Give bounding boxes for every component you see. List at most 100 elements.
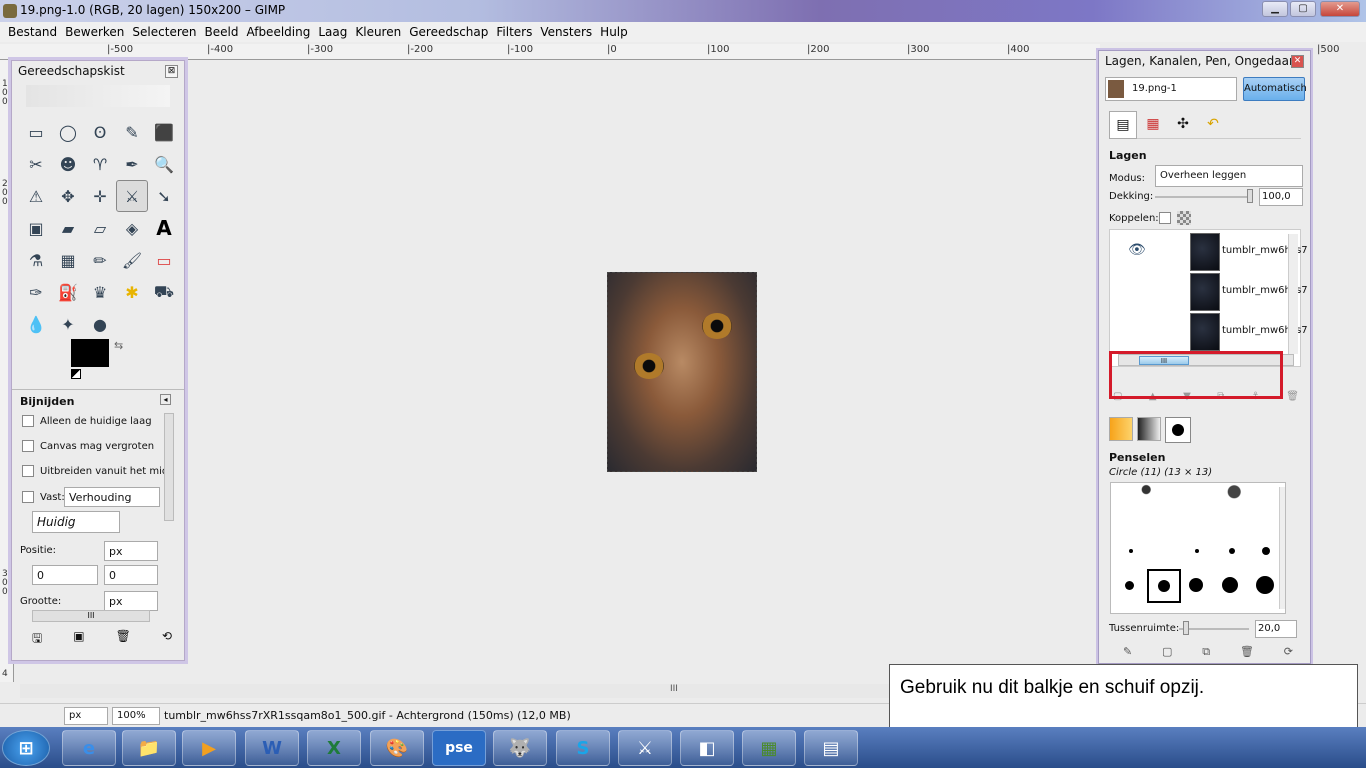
checkbox-icon[interactable] xyxy=(22,465,34,477)
menu-gereedschap[interactable]: Gereedschap xyxy=(409,25,488,39)
bucket-fill-tool[interactable]: ⚗ xyxy=(20,244,52,276)
brush-grid[interactable] xyxy=(1110,482,1286,614)
rect-select-tool[interactable]: ▭ xyxy=(20,116,52,148)
ink-tool[interactable]: ⛽ xyxy=(52,276,84,308)
foreground-color-swatch[interactable] xyxy=(71,339,109,367)
dock-close-button[interactable]: ✕ xyxy=(1291,55,1304,68)
zoom-select[interactable]: 100% xyxy=(112,707,160,725)
brush-swatch[interactable] xyxy=(1158,580,1170,592)
minecraft-task[interactable]: ▦ xyxy=(742,730,796,766)
menu-kleuren[interactable]: Kleuren xyxy=(355,25,401,39)
start-button[interactable]: ⊞ xyxy=(2,730,50,766)
blur-tool[interactable]: 💧 xyxy=(20,308,52,340)
gimp-task[interactable]: 🐺 xyxy=(493,730,547,766)
paint-task[interactable]: 🎨 xyxy=(370,730,424,766)
clone-tool[interactable]: ♛ xyxy=(84,276,116,308)
brush-swatch[interactable] xyxy=(1195,549,1199,553)
position-x-input[interactable]: 0 xyxy=(32,565,98,585)
menu-afbeelding[interactable]: Afbeelding xyxy=(246,25,310,39)
blend-tool[interactable]: ▦ xyxy=(52,244,84,276)
option-fixed[interactable]: Vast: xyxy=(22,491,65,503)
duplicate-brush-icon[interactable]: ⧉ xyxy=(1202,645,1210,659)
skype-task[interactable]: S xyxy=(556,730,610,766)
menu-bestand[interactable]: Bestand xyxy=(8,25,57,39)
scale-tool[interactable]: ▣ xyxy=(20,212,52,244)
media-player-task[interactable]: ▶ xyxy=(182,730,236,766)
scissors-tool[interactable]: ✂ xyxy=(20,148,52,180)
brush-swatch[interactable] xyxy=(1229,548,1235,554)
toolbox-close-button[interactable]: ⊠ xyxy=(165,65,178,78)
position-unit-select[interactable]: px xyxy=(104,541,158,561)
perspective-tool[interactable]: ▱ xyxy=(84,212,116,244)
position-y-input[interactable]: 0 xyxy=(104,565,158,585)
excel-task[interactable]: X xyxy=(307,730,361,766)
measure-tool[interactable]: ⚠ xyxy=(20,180,52,212)
maximize-button[interactable]: ▢ xyxy=(1290,1,1316,17)
game-task[interactable]: ⚔ xyxy=(618,730,672,766)
image-select[interactable]: 19.png-1 xyxy=(1105,77,1237,101)
save-options-icon[interactable]: 🖫 xyxy=(32,629,42,650)
fixed-mode-select[interactable]: Verhouding xyxy=(64,487,160,507)
text-tool[interactable]: A xyxy=(148,212,180,244)
delete-layer-icon[interactable]: 🗑 xyxy=(1286,391,1299,402)
size-unit-select[interactable]: px xyxy=(104,591,158,611)
calculator-task[interactable]: ▤ xyxy=(804,730,858,766)
paintbrush-tool[interactable]: 🖌 xyxy=(116,244,148,276)
rotate-tool[interactable]: ➘ xyxy=(148,180,180,212)
option-expand-center[interactable]: Uitbreiden vanuit het midd xyxy=(22,465,175,477)
tab-undo[interactable]: ↶ xyxy=(1199,111,1227,139)
eraser-tool[interactable]: ▭ xyxy=(148,244,180,276)
restore-options-icon[interactable]: ▣ xyxy=(73,629,84,650)
spacing-slider-track[interactable] xyxy=(1179,628,1249,630)
new-brush-icon[interactable]: ▢ xyxy=(1162,645,1172,659)
visibility-eye-icon[interactable]: 👁 xyxy=(1128,242,1146,258)
delete-options-icon[interactable]: 🗑 xyxy=(116,629,131,650)
lock-pixels-checkbox[interactable] xyxy=(1159,212,1171,224)
checkbox-icon[interactable] xyxy=(22,491,34,503)
configure-tab-icon[interactable]: ◂ xyxy=(160,394,171,405)
tab-brushes[interactable] xyxy=(1165,417,1191,443)
tab-paths[interactable]: ✣ xyxy=(1169,111,1197,139)
free-select-tool[interactable]: ʘ xyxy=(84,116,116,148)
move-tool[interactable]: ✥ xyxy=(52,180,84,212)
spacing-value[interactable]: 20,0 xyxy=(1255,620,1297,638)
canvas-image-cat[interactable] xyxy=(607,272,757,472)
brush-swatch[interactable] xyxy=(1256,576,1274,594)
layers-vscrollbar[interactable] xyxy=(1288,234,1298,354)
fixed-value-field[interactable]: Huidig xyxy=(32,511,120,533)
refresh-brushes-icon[interactable]: ⟳ xyxy=(1284,645,1293,659)
lock-alpha-icon[interactable] xyxy=(1177,211,1191,225)
heal-tool[interactable]: ✱ xyxy=(116,276,148,308)
tab-layers[interactable]: ▤ xyxy=(1109,111,1137,139)
ellipse-select-tool[interactable]: ◯ xyxy=(52,116,84,148)
layer-row[interactable]: 👁 tumblr_mw6hss7 xyxy=(1122,232,1308,272)
brush-swatch[interactable] xyxy=(1222,577,1238,593)
delete-brush-icon[interactable]: 🗑 xyxy=(1240,645,1254,659)
flip-tool[interactable]: ◈ xyxy=(116,212,148,244)
layer-row[interactable]: tumblr_mw6hss7 xyxy=(1122,312,1308,352)
perspective-clone-tool[interactable]: ⛟ xyxy=(148,276,180,308)
airbrush-tool[interactable]: ✑ xyxy=(20,276,52,308)
option-current-layer[interactable]: Alleen de huidige laag xyxy=(22,415,152,427)
reset-options-icon[interactable]: ⟲ xyxy=(162,629,172,650)
opacity-slider-handle[interactable] xyxy=(1247,189,1253,203)
menu-bewerken[interactable]: Bewerken xyxy=(65,25,124,39)
checkbox-icon[interactable] xyxy=(22,415,34,427)
tab-gradients[interactable] xyxy=(1137,417,1161,441)
opacity-slider-track[interactable] xyxy=(1155,196,1251,198)
pencil-tool[interactable]: ✏ xyxy=(84,244,116,276)
swap-colors-icon[interactable]: ⇆ xyxy=(114,339,123,352)
hscroll-grip[interactable]: III xyxy=(670,684,678,694)
menu-beeld[interactable]: Beeld xyxy=(204,25,238,39)
ie-task[interactable]: e xyxy=(62,730,116,766)
pse-task[interactable]: pse xyxy=(432,730,486,766)
opacity-value[interactable]: 100,0 xyxy=(1259,188,1303,206)
align-tool[interactable]: ✛ xyxy=(84,180,116,212)
menu-laag[interactable]: Laag xyxy=(318,25,347,39)
paths-tool[interactable]: ♈ xyxy=(84,148,116,180)
tab-channels[interactable]: ▦ xyxy=(1139,111,1167,139)
explorer-task[interactable]: 📁 xyxy=(122,730,176,766)
tab-patterns[interactable] xyxy=(1109,417,1133,441)
menu-filters[interactable]: Filters xyxy=(496,25,532,39)
options-hscrollbar[interactable]: III xyxy=(32,610,150,622)
